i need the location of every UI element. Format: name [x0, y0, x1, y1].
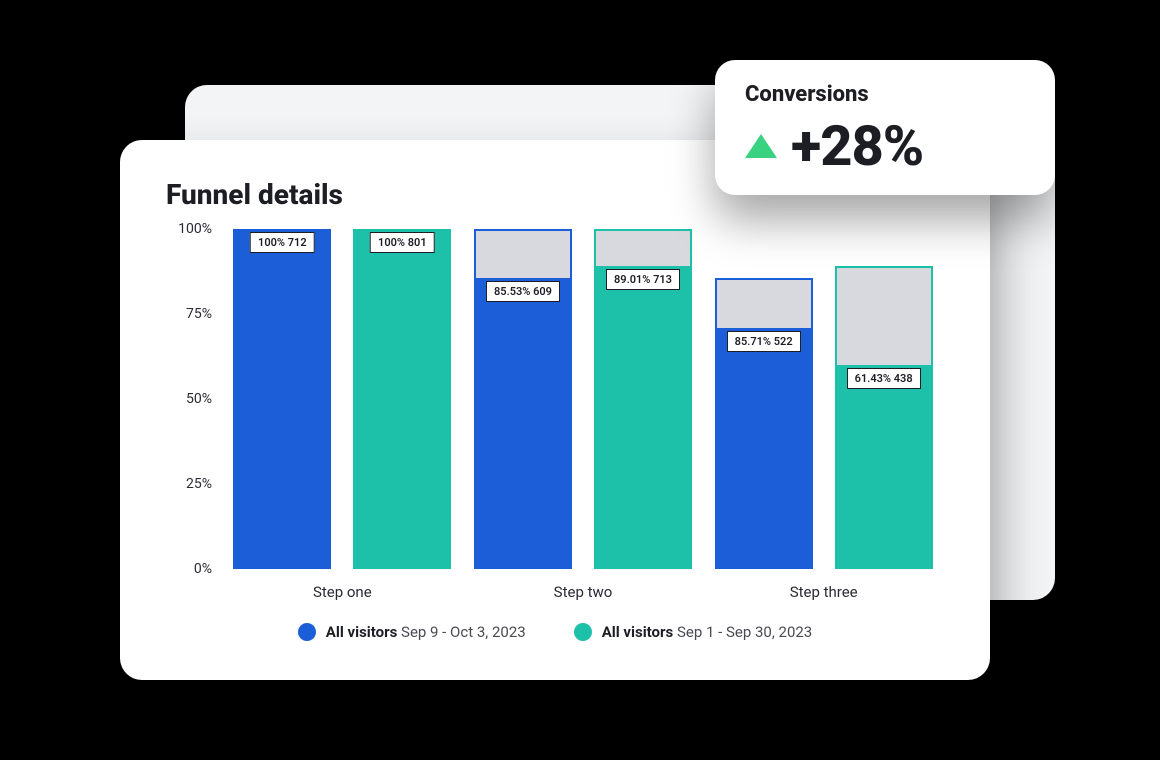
legend-swatch-icon [298, 623, 316, 641]
funnel-card: Funnel details 100%75%50%25%0% 100% 7121… [120, 140, 990, 680]
bar-data-label: 100% 801 [370, 232, 435, 253]
badge-value: +28% [791, 113, 923, 179]
bar-group: 85.53% 609 89.01% 713 [474, 229, 692, 569]
bar: 89.01% 713 [594, 229, 692, 569]
bar-data-label: 85.71% 522 [727, 331, 801, 352]
bar: 85.71% 522 [715, 229, 813, 569]
legend-range: Sep 1 - Sep 30, 2023 [677, 623, 812, 641]
x-label: Step three [703, 583, 944, 601]
legend: All visitors Sep 9 - Oct 3, 2023 All vis… [166, 623, 944, 641]
bar-fill [353, 229, 451, 569]
bar-data-label: 89.01% 713 [606, 269, 680, 290]
y-tick: 50% [186, 391, 212, 407]
funnel-chart: 100%75%50%25%0% 100% 712100% 80185.53% 6… [166, 229, 944, 569]
plot-area: 100% 712 100% 801 85.53% 609 89.01% 713 85.7… [222, 229, 944, 569]
conversions-badge: Conversions +28% [715, 60, 1055, 195]
trend-up-icon [745, 134, 777, 158]
bar: 100% 712 [233, 229, 331, 569]
bar-fill [474, 278, 572, 569]
legend-item-series-b: All visitors Sep 1 - Sep 30, 2023 [574, 623, 813, 641]
bar-data-label: 61.43% 438 [847, 368, 921, 389]
bar: 61.43% 438 [835, 229, 933, 569]
legend-item-series-a: All visitors Sep 9 - Oct 3, 2023 [298, 623, 526, 641]
y-tick: 100% [178, 221, 212, 237]
bar-fill [233, 229, 331, 569]
legend-range: Sep 9 - Oct 3, 2023 [401, 623, 526, 641]
bar-data-label: 100% 712 [250, 232, 315, 253]
x-label: Step two [463, 583, 704, 601]
bar-fill [594, 266, 692, 569]
bar: 85.53% 609 [474, 229, 572, 569]
x-axis: Step oneStep twoStep three [222, 583, 944, 601]
y-tick: 0% [194, 561, 212, 577]
y-axis: 100%75%50%25%0% [166, 229, 222, 569]
y-tick: 25% [186, 476, 212, 492]
bar-fill [715, 328, 813, 569]
bar-data-label: 85.53% 609 [486, 281, 560, 302]
legend-name: All visitors [602, 623, 674, 641]
bar-fill [835, 365, 933, 569]
bar-group: 85.71% 522 61.43% 438 [715, 229, 933, 569]
legend-swatch-icon [574, 623, 592, 641]
x-label: Step one [222, 583, 463, 601]
legend-name: All visitors [326, 623, 398, 641]
badge-title: Conversions [745, 82, 1025, 107]
y-tick: 75% [186, 306, 212, 322]
bar: 100% 801 [353, 229, 451, 569]
bar-group: 100% 712 100% 801 [233, 229, 451, 569]
